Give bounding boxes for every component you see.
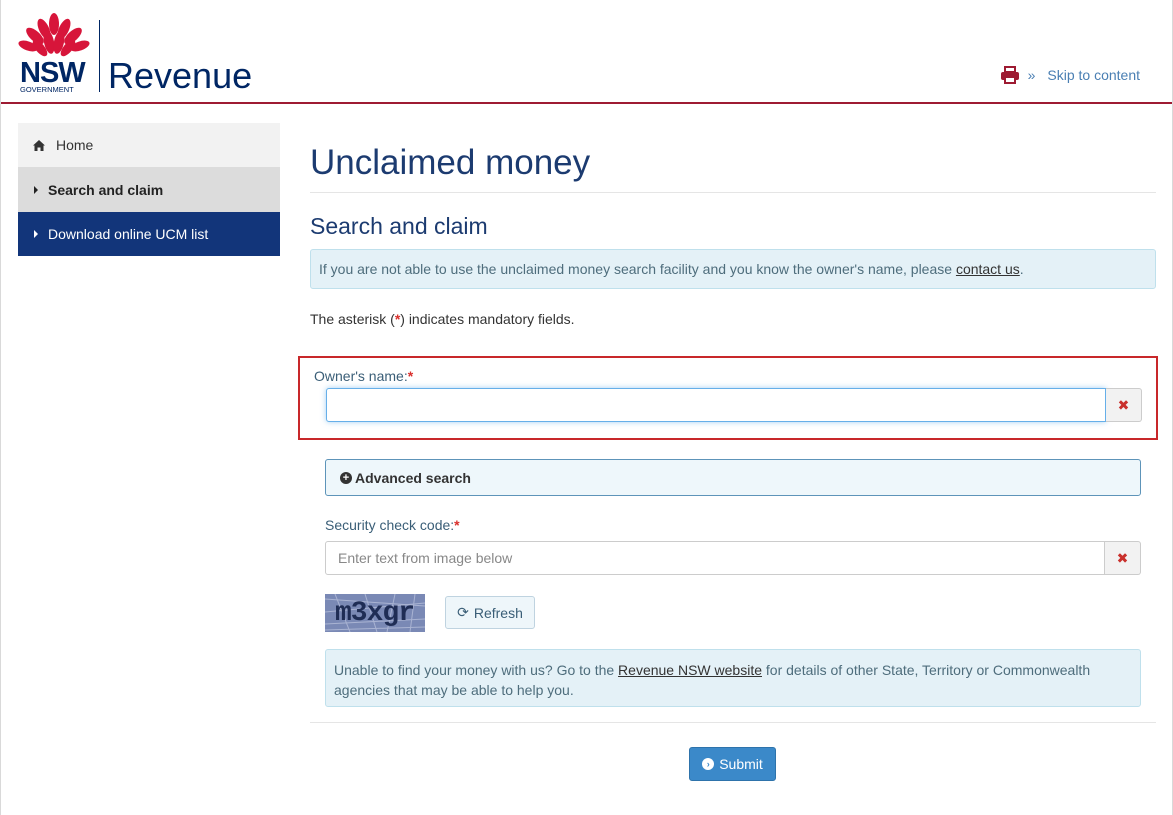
sidebar-nav: Home Search and claim Download online UC…	[18, 123, 280, 256]
close-icon: ✖	[1116, 549, 1129, 566]
contact-us-link[interactable]: contact us	[956, 261, 1020, 277]
captcha-text: m3xgr	[335, 598, 415, 629]
sidebar-item-label: Download online UCM list	[48, 226, 209, 242]
close-icon: ✖	[1117, 396, 1130, 413]
form-divider	[310, 722, 1156, 723]
security-code-input[interactable]	[325, 541, 1105, 575]
info-alert: Unable to find your money with us? Go to…	[325, 649, 1141, 707]
owner-name-label: Owner's name:*	[314, 368, 413, 384]
caret-right-icon	[34, 185, 38, 194]
required-asterisk-icon: *	[454, 517, 460, 533]
captcha-image: m3xgr	[325, 594, 425, 632]
header-links: » Skip to content	[1000, 66, 1140, 84]
clear-security-code-button[interactable]: ✖	[1105, 541, 1141, 575]
required-asterisk-icon: *	[407, 368, 414, 384]
caret-right-icon	[34, 230, 38, 238]
alert-text: If you are not able to use the unclaimed…	[319, 261, 956, 277]
refresh-label: Refresh	[473, 604, 523, 621]
sidebar-item-label: Home	[56, 137, 94, 153]
mandatory-note: The asterisk (*) indicates mandatory fie…	[310, 311, 1156, 327]
double-chevron-right-icon: »	[1027, 67, 1036, 83]
chevron-circle-right-icon: ›	[702, 758, 715, 770]
owner-name-input-group: ✖	[326, 388, 1142, 422]
submit-label: Submit	[719, 756, 763, 772]
print-icon[interactable]	[1000, 66, 1020, 84]
mandatory-suffix: ) indicates mandatory fields.	[400, 311, 575, 327]
main-content: Unclaimed money Search and claim If you …	[298, 138, 1158, 781]
mandatory-prefix: The asterisk (	[310, 311, 395, 327]
home-icon	[32, 139, 46, 151]
logo-nsw-text: NSW	[20, 57, 86, 89]
logo-divider	[99, 20, 100, 92]
waratah-icon	[18, 13, 90, 57]
revenue-nsw-website-link[interactable]: Revenue NSW website	[618, 662, 762, 678]
clear-owner-name-button[interactable]: ✖	[1106, 388, 1142, 422]
refresh-captcha-button[interactable]: ⟳ Refresh	[445, 596, 535, 629]
owner-name-input[interactable]	[326, 388, 1106, 422]
sidebar-item-search-and-claim[interactable]: Search and claim	[18, 167, 280, 212]
advanced-search-toggle[interactable]: + Advanced search	[325, 459, 1141, 496]
sidebar-item-download-ucm-list[interactable]: Download online UCM list	[18, 212, 280, 256]
security-code-input-group: ✖	[325, 541, 1141, 575]
submit-button[interactable]: › Submit	[689, 747, 776, 781]
owner-name-highlight: Owner's name:* ✖	[298, 356, 1158, 440]
owner-name-label-text: Owner's name:	[314, 368, 408, 384]
contact-alert: If you are not able to use the unclaimed…	[310, 249, 1156, 289]
logo-revenue-text: Revenue	[108, 55, 253, 96]
security-code-label: Security check code:*	[325, 517, 460, 533]
sidebar-item-label: Search and claim	[48, 181, 164, 198]
sidebar-item-home[interactable]: Home	[18, 123, 280, 167]
advanced-search-label: Advanced search	[355, 469, 471, 486]
info-text-1: Unable to find your money with us? Go to…	[334, 662, 619, 678]
skip-to-content-link[interactable]: Skip to content	[1047, 67, 1140, 83]
nsw-revenue-logo[interactable]: NSW GOVERNMENT Revenue	[18, 12, 263, 96]
section-title: Search and claim	[310, 213, 488, 239]
page: NSW GOVERNMENT Revenue » Skip to content…	[0, 0, 1173, 815]
security-code-label-text: Security check code:	[325, 517, 455, 533]
refresh-icon: ⟳	[457, 604, 469, 620]
page-title: Unclaimed money	[310, 138, 1156, 193]
plus-circle-icon: +	[340, 471, 352, 484]
site-header: NSW GOVERNMENT Revenue » Skip to content	[1, 0, 1172, 104]
alert-end: .	[1019, 261, 1024, 277]
logo-government-text: GOVERNMENT	[20, 85, 74, 94]
